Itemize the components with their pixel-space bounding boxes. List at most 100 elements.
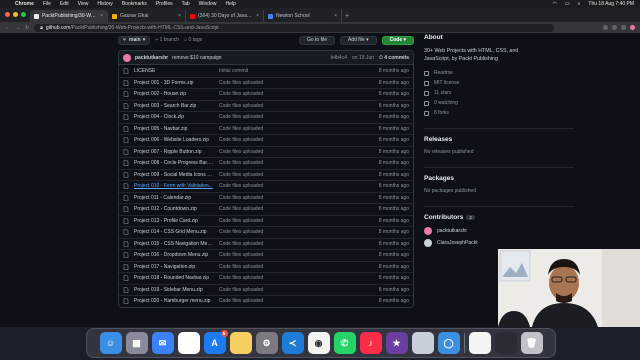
file-name-link[interactable]: Project 004 - Clock.zip: [134, 114, 214, 120]
menu-view[interactable]: View: [78, 1, 89, 7]
reload-icon[interactable]: ↻: [25, 25, 29, 31]
browser-tab[interactable]: PacktPublishing/30-Web-Proje×: [30, 10, 108, 22]
table-row[interactable]: Project 005 - Navbar.zip Code files uploa…: [119, 122, 413, 135]
menu-history[interactable]: History: [97, 1, 113, 7]
about-item[interactable]: Readme: [424, 68, 574, 78]
about-item[interactable]: MIT license: [424, 78, 574, 88]
file-commit-message[interactable]: Code files uploaded: [214, 298, 329, 304]
table-row[interactable]: Project 015 - CSS Navigation Menu... Code…: [119, 237, 413, 250]
table-row[interactable]: Project 007 - Ripple Button.zip Code file…: [119, 145, 413, 158]
table-row[interactable]: LICENSE Initial commit 8 months ago: [119, 65, 413, 77]
preview-app-icon[interactable]: [411, 332, 434, 354]
file-name-link[interactable]: Project 007 - Ripple Button.zip: [134, 149, 214, 155]
mail-app-icon[interactable]: ✉: [151, 332, 174, 354]
file-name-link[interactable]: Project 008 - Circle Progress Bar.zip: [134, 160, 214, 166]
file-commit-message[interactable]: Code files uploaded: [214, 229, 329, 235]
file-commit-message[interactable]: Code files uploaded: [214, 91, 329, 97]
table-row[interactable]: Project 017 - Navigation.zip Code files u…: [119, 260, 413, 273]
document-thumb-icon[interactable]: [468, 332, 491, 354]
commits-link[interactable]: ⏱ 4 commits: [379, 55, 409, 61]
go-to-file-button[interactable]: Go to file: [298, 35, 335, 45]
file-name-link[interactable]: Project 014 - CSS Grid Menu.zip: [134, 229, 214, 235]
back-icon[interactable]: ←: [5, 25, 10, 31]
profile-avatar[interactable]: [630, 25, 635, 30]
extension-icon[interactable]: [621, 25, 626, 30]
table-row[interactable]: Project 006 - Website Loaders.zip Code fi…: [119, 134, 413, 146]
file-commit-message[interactable]: Code files uploaded: [214, 195, 329, 201]
file-commit-message[interactable]: Initial commit: [214, 68, 329, 74]
table-row[interactable]: Project 012 - Countdown.zip Code files up…: [119, 203, 413, 215]
about-item[interactable]: 8 forks: [424, 108, 574, 118]
browser-tab[interactable]: Gaurav Ghai ×: [108, 10, 186, 22]
table-row[interactable]: Project 020 - Hamburger menu.zip Code fil…: [119, 295, 413, 307]
avatar[interactable]: [123, 53, 131, 62]
close-tab-icon[interactable]: ×: [178, 13, 181, 19]
clock[interactable]: Thu 18 Aug 7:40 PM: [588, 1, 634, 7]
browser-tab[interactable]: Newton School ×: [264, 10, 342, 22]
table-row[interactable]: Project 014 - CSS Grid Menu.zip Code file…: [119, 226, 413, 238]
file-commit-message[interactable]: Code files uploaded: [214, 206, 329, 212]
minimize-window-button[interactable]: [13, 12, 18, 17]
music-app-icon[interactable]: ♪: [359, 332, 382, 354]
file-commit-message[interactable]: Code files uploaded: [214, 275, 329, 281]
branches-link[interactable]: ⑂ 1 branch: [155, 37, 179, 43]
table-row[interactable]: Project 013 - Profile Card.zip Code files…: [119, 214, 413, 227]
file-commit-message[interactable]: Code files uploaded: [214, 80, 329, 86]
table-row[interactable]: Project 008 - Circle Progress Bar.zip Cod…: [119, 157, 413, 169]
file-name-link[interactable]: Project 015 - CSS Navigation Menu...: [134, 241, 214, 247]
launchpad-app-icon[interactable]: ▦: [125, 332, 148, 354]
tags-link[interactable]: ⌂ 0 tags: [184, 37, 202, 43]
packages-heading[interactable]: Packages: [424, 175, 574, 182]
finder-app-icon[interactable]: ☺: [99, 332, 122, 354]
table-row[interactable]: Project 001 - 3D Forms.zip Code files upl…: [119, 76, 413, 89]
table-row[interactable]: Project 011 - Calendar.zip Code files upl…: [119, 191, 413, 204]
file-name-link[interactable]: Project 019 - Sidebar Menu.zip: [134, 287, 214, 293]
file-commit-message[interactable]: Code files uploaded: [214, 218, 329, 224]
file-name-link[interactable]: Project 012 - Countdown.zip: [134, 206, 214, 212]
table-row[interactable]: Project 004 - Clock.zip Code files upload…: [119, 111, 413, 123]
commit-sha[interactable]: b4b4c4: [331, 55, 347, 61]
file-name-link[interactable]: Project 003 - Search Bar.zip: [134, 103, 214, 109]
address-bar[interactable]: 🔒︎ github.com/PacktPublishing/30-Web-Pro…: [34, 23, 555, 32]
file-name-link[interactable]: Project 016 - Dropdown Menu.zip: [134, 252, 214, 258]
browser-tab[interactable]: (364) 30 Days of JavaScript×: [186, 10, 264, 22]
menu-edit[interactable]: Edit: [60, 1, 69, 7]
file-commit-message[interactable]: Code files uploaded: [214, 103, 329, 109]
file-commit-message[interactable]: Code files uploaded: [214, 172, 329, 178]
contributor[interactable]: packtutkarshr: [424, 225, 574, 237]
close-tab-icon[interactable]: ×: [334, 13, 337, 19]
file-commit-message[interactable]: Code files uploaded: [214, 114, 329, 120]
file-name-link[interactable]: Project 013 - Profile Card.zip: [134, 218, 214, 224]
close-tab-icon[interactable]: ×: [256, 13, 259, 19]
table-row[interactable]: Project 018 - Rounded Navbar.zip Code fil…: [119, 272, 413, 284]
calendar-app-icon[interactable]: [177, 332, 200, 354]
file-commit-message[interactable]: Code files uploaded: [214, 264, 329, 270]
file-commit-message[interactable]: Code files uploaded: [214, 183, 329, 189]
file-name-link[interactable]: LICENSE: [134, 68, 214, 74]
menu-help[interactable]: Help: [225, 1, 235, 7]
file-name-link[interactable]: Project 002 - House.zip: [134, 91, 214, 97]
quicktime-app-icon[interactable]: ◯: [437, 332, 460, 354]
file-name-link[interactable]: Project 020 - Hamburger menu.zip: [134, 298, 214, 304]
imovie-app-icon[interactable]: ★: [385, 332, 408, 354]
table-row[interactable]: Project 009 - Social Media Icons Sli... C…: [119, 168, 413, 181]
screen-thumb-icon[interactable]: [494, 332, 517, 354]
extension-icon[interactable]: [612, 25, 617, 30]
table-row[interactable]: Project 016 - Dropdown Menu.zip Code file…: [119, 249, 413, 261]
file-name-link[interactable]: Project 018 - Rounded Navbar.zip: [134, 275, 214, 281]
contributors-heading[interactable]: Contributors: [424, 214, 463, 221]
file-name-link[interactable]: Project 017 - Navigation.zip: [134, 264, 214, 270]
table-row[interactable]: Project 019 - Sidebar Menu.zip Code files…: [119, 283, 413, 296]
maximize-window-button[interactable]: [21, 12, 26, 17]
file-commit-message[interactable]: Code files uploaded: [214, 137, 329, 143]
releases-heading[interactable]: Releases: [424, 136, 574, 143]
notes-app-icon[interactable]: [229, 332, 252, 354]
settings-app-icon[interactable]: ⚙: [255, 332, 278, 354]
forward-icon[interactable]: →: [15, 25, 20, 31]
close-window-button[interactable]: [5, 12, 10, 17]
about-item[interactable]: 0 watching: [424, 98, 574, 108]
file-name-link[interactable]: Project 006 - Website Loaders.zip: [134, 137, 214, 143]
commit-message[interactable]: remove $10 campaign: [172, 55, 221, 61]
file-commit-message[interactable]: Code files uploaded: [214, 287, 329, 293]
file-commit-message[interactable]: Code files uploaded: [214, 126, 329, 132]
